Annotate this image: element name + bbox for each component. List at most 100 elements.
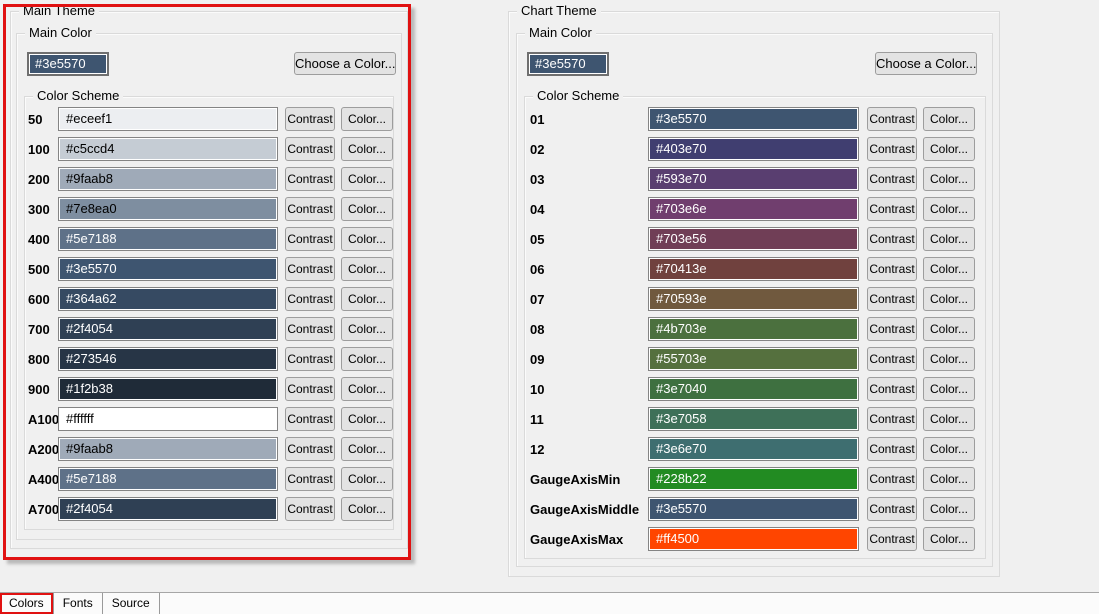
color-button[interactable]: Color... [341,227,393,251]
color-button[interactable]: Color... [341,437,393,461]
color-button[interactable]: Color... [341,497,393,521]
color-button[interactable]: Color... [341,287,393,311]
color-button[interactable]: Color... [923,137,975,161]
color-button[interactable]: Color... [341,467,393,491]
contrast-button[interactable]: Contrast [285,227,335,251]
color-button[interactable]: Color... [923,227,975,251]
scheme-row: GaugeAxisMin#228b22ContrastColor... [530,467,975,491]
contrast-button[interactable]: Contrast [867,167,917,191]
color-swatch[interactable]: #4b703e [648,317,859,341]
color-swatch[interactable]: #403e70 [648,137,859,161]
color-button[interactable]: Color... [341,407,393,431]
color-swatch[interactable]: #2f4054 [58,317,278,341]
color-swatch[interactable]: #5e7188 [58,467,278,491]
contrast-button[interactable]: Contrast [285,347,335,371]
color-button[interactable]: Color... [341,197,393,221]
contrast-button[interactable]: Contrast [285,467,335,491]
chart-theme-main-color-field[interactable]: #3e5570 [527,52,609,76]
color-swatch[interactable]: #9faab8 [58,167,278,191]
color-button[interactable]: Color... [923,347,975,371]
color-button[interactable]: Color... [923,377,975,401]
contrast-button[interactable]: Contrast [867,227,917,251]
color-scheme-group-title: Color Scheme [33,88,123,104]
color-swatch[interactable]: #70413e [648,257,859,281]
color-swatch[interactable]: #c5ccd4 [58,137,278,161]
contrast-button[interactable]: Contrast [867,527,917,551]
contrast-button[interactable]: Contrast [867,407,917,431]
color-swatch[interactable]: #ff4500 [648,527,859,551]
chart-theme-choose-color-button[interactable]: Choose a Color... [875,52,977,75]
contrast-button[interactable]: Contrast [867,287,917,311]
contrast-button[interactable]: Contrast [285,137,335,161]
color-button[interactable]: Color... [341,167,393,191]
color-swatch[interactable]: #3e6e70 [648,437,859,461]
color-swatch[interactable]: #703e56 [648,227,859,251]
color-button[interactable]: Color... [923,527,975,551]
color-button[interactable]: Color... [923,497,975,521]
contrast-button[interactable]: Contrast [867,377,917,401]
contrast-button[interactable]: Contrast [285,407,335,431]
color-button[interactable]: Color... [923,467,975,491]
color-button[interactable]: Color... [923,437,975,461]
color-swatch[interactable]: #2f4054 [58,497,278,521]
contrast-button[interactable]: Contrast [867,197,917,221]
tab-fonts[interactable]: Fonts [54,593,103,614]
color-swatch[interactable]: #364a62 [58,287,278,311]
contrast-button[interactable]: Contrast [867,317,917,341]
contrast-button[interactable]: Contrast [285,317,335,341]
color-button[interactable]: Color... [923,287,975,311]
contrast-button[interactable]: Contrast [285,107,335,131]
color-swatch[interactable]: #228b22 [648,467,859,491]
color-button[interactable]: Color... [341,137,393,161]
main-theme-choose-color-button[interactable]: Choose a Color... [294,52,396,75]
contrast-button[interactable]: Contrast [285,287,335,311]
color-swatch[interactable]: #55703e [648,347,859,371]
color-swatch[interactable]: #273546 [58,347,278,371]
color-swatch[interactable]: #5e7188 [58,227,278,251]
contrast-button[interactable]: Contrast [867,107,917,131]
contrast-button[interactable]: Contrast [867,497,917,521]
color-button[interactable]: Color... [923,197,975,221]
contrast-button[interactable]: Contrast [285,377,335,401]
color-button[interactable]: Color... [923,167,975,191]
color-button[interactable]: Color... [923,407,975,431]
color-swatch[interactable]: #70593e [648,287,859,311]
color-swatch[interactable]: #703e6e [648,197,859,221]
color-swatch[interactable]: #9faab8 [58,437,278,461]
color-button[interactable]: Color... [923,317,975,341]
color-button[interactable]: Color... [341,347,393,371]
contrast-button[interactable]: Contrast [867,467,917,491]
main-theme-main-color-field[interactable]: #3e5570 [27,52,109,76]
tab-colors[interactable]: Colors [0,593,54,614]
color-swatch[interactable]: #1f2b38 [58,377,278,401]
color-swatch[interactable]: #3e5570 [58,257,278,281]
color-button[interactable]: Color... [341,257,393,281]
contrast-button[interactable]: Contrast [285,197,335,221]
contrast-button[interactable]: Contrast [285,437,335,461]
scheme-row: 11#3e7058ContrastColor... [530,407,975,431]
scheme-row-label: 12 [530,442,648,457]
color-swatch[interactable]: #3e7058 [648,407,859,431]
color-swatch[interactable]: #eceef1 [58,107,278,131]
color-button[interactable]: Color... [923,257,975,281]
tab-source[interactable]: Source [103,593,160,614]
color-swatch[interactable]: #593e70 [648,167,859,191]
color-button[interactable]: Color... [341,107,393,131]
color-button[interactable]: Color... [341,317,393,341]
contrast-button[interactable]: Contrast [867,437,917,461]
color-swatch[interactable]: #3e7040 [648,377,859,401]
contrast-button[interactable]: Contrast [285,497,335,521]
color-button[interactable]: Color... [341,377,393,401]
scheme-row-label: 10 [530,382,648,397]
scheme-row: 500#3e5570ContrastColor... [28,257,393,281]
color-swatch[interactable]: #3e5570 [648,497,859,521]
contrast-button[interactable]: Contrast [867,257,917,281]
color-button[interactable]: Color... [923,107,975,131]
contrast-button[interactable]: Contrast [867,137,917,161]
color-swatch[interactable]: #7e8ea0 [58,197,278,221]
contrast-button[interactable]: Contrast [285,257,335,281]
color-swatch[interactable]: #ffffff [58,407,278,431]
contrast-button[interactable]: Contrast [867,347,917,371]
color-swatch[interactable]: #3e5570 [648,107,859,131]
contrast-button[interactable]: Contrast [285,167,335,191]
